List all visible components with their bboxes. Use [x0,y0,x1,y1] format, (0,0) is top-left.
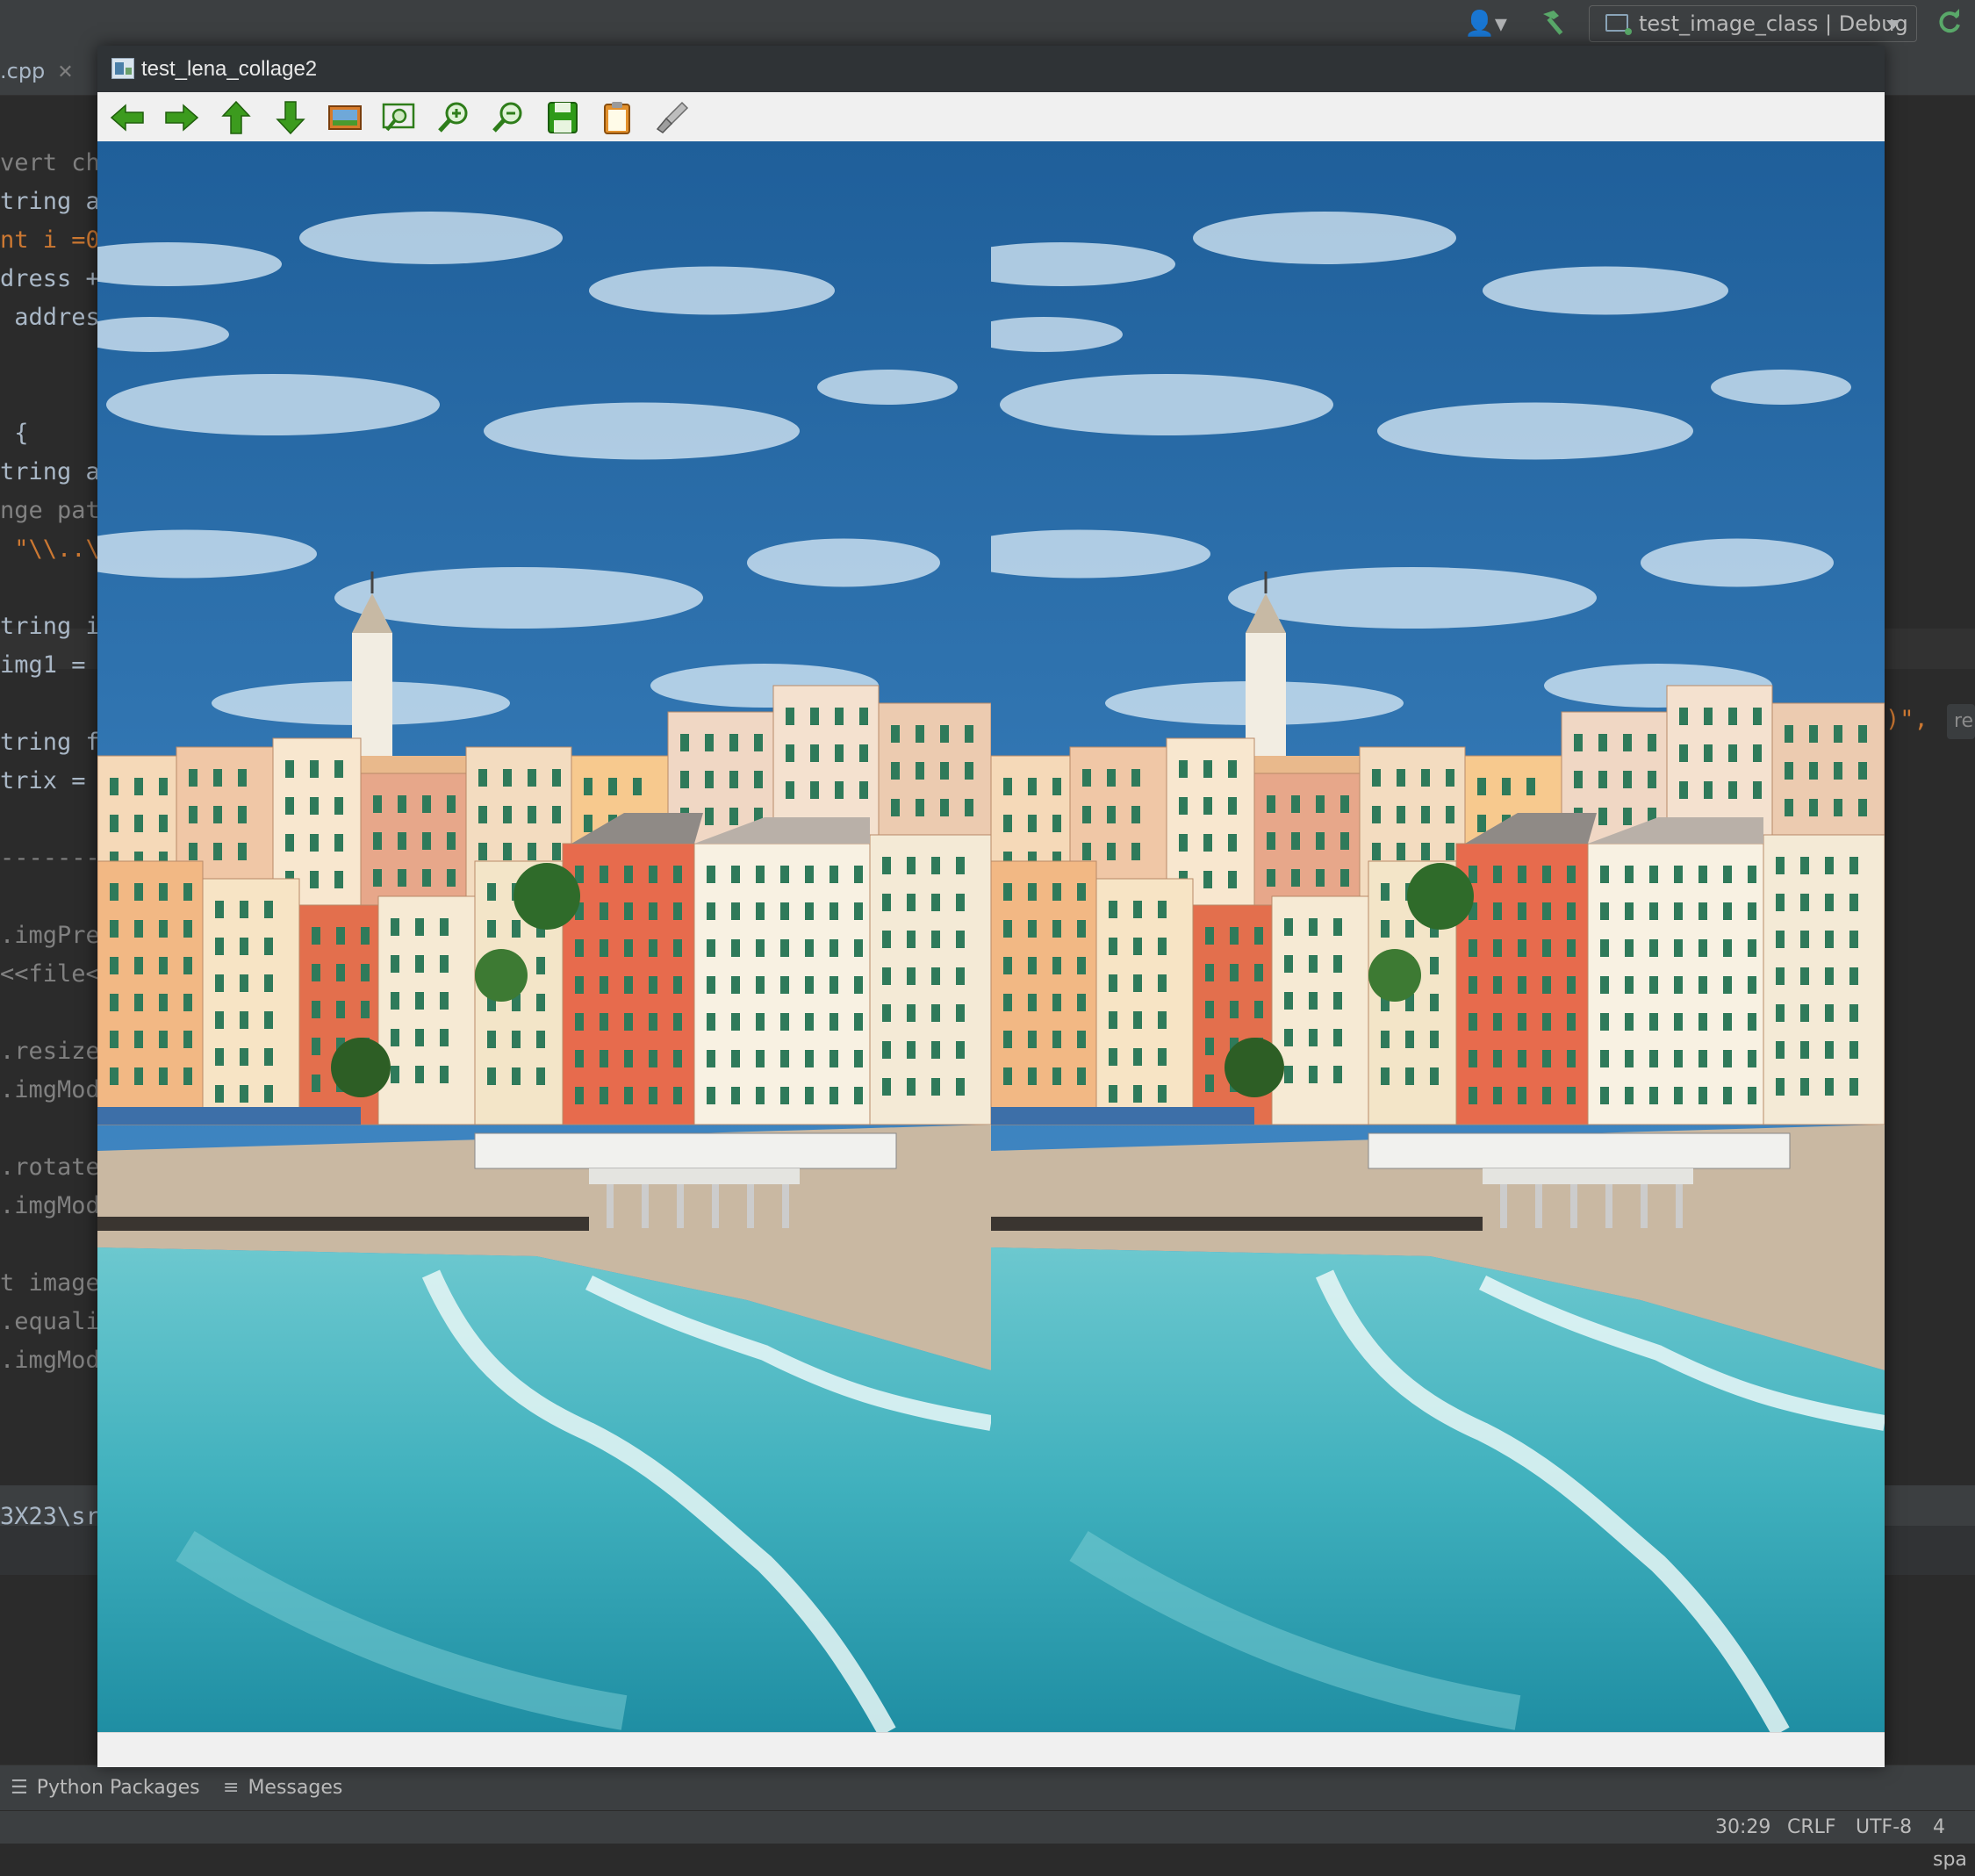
python-packages-tab[interactable]: ☰ Python Packages [11,1765,200,1811]
output-line: 3X23\sr [0,1503,100,1530]
file-encoding[interactable]: UTF-8 [1856,1811,1912,1844]
code-line: tring ad [0,188,101,215]
list-icon: ≡ [223,1777,240,1799]
user-icon[interactable]: 👤▾ [1464,9,1513,39]
save-button[interactable] [543,99,582,136]
zoom-x1-button[interactable] [326,99,364,136]
collage-image-right [991,141,1885,1732]
code-line: trix = [0,767,100,794]
image-toolbar [97,92,1885,141]
code-line: .equali [0,1308,100,1335]
seaside-town-photo [991,141,1885,1732]
close-icon[interactable]: ✕ [57,61,73,83]
zoom-out-icon [492,102,522,133]
pan-up-button[interactable] [217,99,255,136]
code-line: t image [0,1269,100,1297]
zoom-in-button[interactable] [434,99,473,136]
editor-tab-label: .cpp [0,59,46,83]
arrow-down-icon [276,101,305,135]
code-line: vert cha [0,149,101,176]
clipboard-icon [604,102,630,134]
code-line: tring ad [0,458,101,485]
code-line: { [0,420,29,447]
arrow-up-icon [221,100,251,134]
code-line: nge path [0,497,101,524]
run-configuration-selector[interactable]: test_image_class | Debug [1589,5,1917,42]
ide-top-toolbar: 👤▾ test_image_class | Debug [0,0,1975,46]
picture-icon [328,105,362,130]
window-title: test_lena_collage2 [141,57,318,81]
arrow-right-icon [165,104,199,132]
window-app-icon [111,58,134,79]
indent-setting[interactable]: 4 spa [1933,1811,1975,1871]
code-line: .imgMod [0,1347,100,1374]
run-config-icon [1605,14,1632,35]
zoom-fit-icon [382,103,415,132]
collage-image-left [97,141,991,1732]
window-titlebar[interactable]: test_lena_collage2 [97,46,1885,92]
pan-down-button[interactable] [271,99,310,136]
code-line: address [14,304,101,331]
brush-icon [656,101,689,133]
code-fragment: )", [1885,706,1928,733]
image-window-statusbar [97,1732,1885,1767]
code-line: .imgMod [0,1076,100,1103]
pan-left-button[interactable] [108,99,147,136]
code-line: tring im [0,613,101,640]
settings-button[interactable] [652,99,691,136]
zoom-out-button[interactable] [489,99,528,136]
code-line: -------- [0,845,101,872]
code-line: nt i =0 [0,226,100,254]
code-line: dress += [0,265,101,292]
messages-tab[interactable]: ≡ Messages [223,1765,342,1811]
caret-position[interactable]: 30:29 [1715,1811,1770,1844]
python-packages-label: Python Packages [36,1777,200,1799]
code-line: "\\..\\ [14,535,101,563]
code-line: .resize [0,1038,100,1065]
inlay-hint-badge: re [1947,704,1975,739]
arrow-left-icon [110,104,144,132]
layers-icon: ☰ [11,1777,28,1799]
pan-right-button[interactable] [162,99,201,136]
editor-tab[interactable]: .cpp ✕ [0,51,84,91]
build-hammer-icon[interactable] [1538,7,1569,39]
status-bar: 30:29 CRLF UTF-8 4 spa [0,1810,1975,1871]
code-line: img1 = i [0,651,101,679]
save-icon [548,102,578,133]
seaside-town-photo [97,141,991,1732]
properties-button[interactable] [598,99,636,136]
messages-label: Messages [248,1777,343,1799]
zoom-fit-button[interactable] [380,99,419,136]
code-line: .imgPre [0,922,100,949]
code-line: .rotate [0,1154,100,1181]
code-line: <<file< [0,960,100,988]
image-viewer-window: test_lena_collage2 [97,46,1885,1767]
line-separator[interactable]: CRLF [1787,1811,1836,1844]
tool-window-bar: ☰ Python Packages ≡ Messages [0,1765,1975,1811]
run-config-label: test_image_class | Debug [1639,11,1908,36]
code-line: tring fi [0,729,101,756]
rerun-icon[interactable] [1935,7,1964,37]
code-line: .imgMod [0,1192,100,1219]
zoom-in-icon [438,102,468,133]
image-canvas[interactable] [97,141,1885,1732]
chevron-down-icon [1886,20,1900,29]
